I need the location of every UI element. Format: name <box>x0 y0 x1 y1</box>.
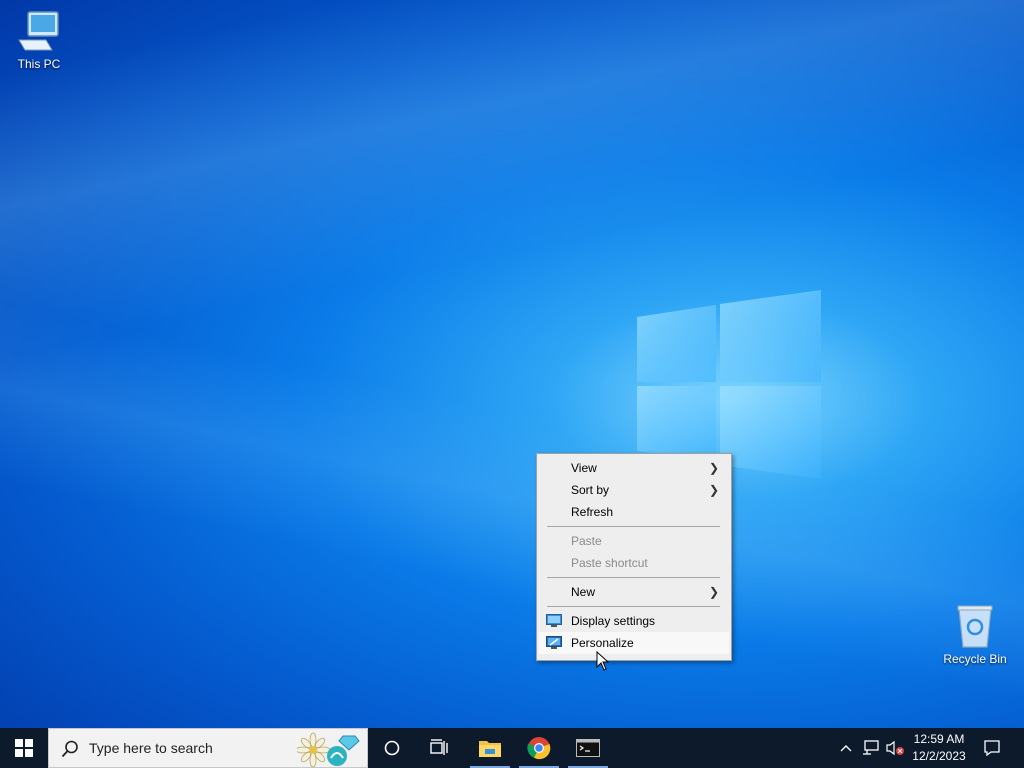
taskbar-chrome[interactable] <box>515 728 563 768</box>
menu-item-refresh[interactable]: Refresh <box>539 501 729 523</box>
menu-item-label: New <box>571 585 596 599</box>
desktop-context-menu: View ❯ Sort by ❯ Refresh Paste Paste sho… <box>536 453 732 661</box>
chevron-right-icon: ❯ <box>708 585 719 599</box>
task-view-icon <box>430 739 448 755</box>
network-tray-button[interactable] <box>860 728 882 768</box>
cortana-button[interactable] <box>368 728 416 768</box>
recycle-bin-icon <box>957 605 993 648</box>
taskbar-search-box[interactable]: Type here to search <box>48 728 368 768</box>
search-highlight-illustration-icon <box>297 732 360 768</box>
menu-separator <box>547 577 720 578</box>
taskbar-command-prompt[interactable] <box>564 728 612 768</box>
cortana-circle-icon <box>384 740 400 756</box>
chevron-right-icon: ❯ <box>708 461 719 475</box>
chevron-right-icon: ❯ <box>708 483 719 497</box>
menu-item-label: View <box>571 461 597 475</box>
menu-item-label: Sort by <box>571 483 610 497</box>
search-icon <box>61 740 78 758</box>
computer-icon <box>18 11 59 51</box>
windows-start-icon <box>15 739 33 757</box>
volume-muted-icon <box>886 740 904 756</box>
menu-item-display-settings[interactable]: Display settings <box>539 610 729 632</box>
menu-item-personalize[interactable]: Personalize <box>539 632 729 654</box>
menu-item-label: Paste <box>571 534 602 548</box>
show-hidden-icons-button[interactable] <box>836 728 856 768</box>
menu-item-sort-by[interactable]: Sort by ❯ <box>539 479 729 501</box>
recycle-bin-desktop-icon[interactable]: Recycle Bin <box>938 603 1012 666</box>
task-view-button[interactable] <box>416 728 464 768</box>
menu-item-label: Refresh <box>571 505 614 519</box>
menu-item-view[interactable]: View ❯ <box>539 457 729 479</box>
menu-item-paste-shortcut: Paste shortcut <box>539 552 729 574</box>
menu-item-label: Display settings <box>571 614 656 628</box>
taskbar-clock[interactable]: 12:59 AM 12/2/2023 <box>906 731 972 765</box>
start-button[interactable] <box>0 728 48 768</box>
action-center-button[interactable] <box>978 728 1006 768</box>
chevron-up-icon <box>840 745 852 752</box>
clock-time: 12:59 AM <box>913 732 965 746</box>
taskbar: Type here to search 12:59 AM 12/2/2023 <box>0 728 1024 768</box>
taskbar-file-explorer[interactable] <box>466 728 514 768</box>
display-icon <box>546 614 562 627</box>
search-placeholder: Type here to search <box>89 740 213 756</box>
wallpaper-light-beam <box>0 0 1024 728</box>
this-pc-desktop-icon[interactable]: This PC <box>2 10 76 71</box>
mouse-cursor-icon <box>596 651 610 671</box>
menu-item-label: Paste shortcut <box>571 556 648 570</box>
menu-separator <box>547 526 720 527</box>
recycle-bin-label: Recycle Bin <box>943 652 1007 666</box>
chrome-icon <box>527 737 551 760</box>
menu-separator <box>547 606 720 607</box>
file-explorer-icon <box>479 741 501 757</box>
personalize-icon <box>546 636 562 649</box>
this-pc-label: This PC <box>17 57 61 71</box>
clock-date: 12/2/2023 <box>912 749 966 763</box>
volume-tray-button[interactable] <box>884 728 906 768</box>
network-icon <box>863 740 879 755</box>
notification-icon <box>984 740 1000 757</box>
command-prompt-icon <box>576 739 600 757</box>
menu-item-paste: Paste <box>539 530 729 552</box>
menu-item-new[interactable]: New ❯ <box>539 581 729 603</box>
wallpaper-light-beam <box>0 0 1024 728</box>
